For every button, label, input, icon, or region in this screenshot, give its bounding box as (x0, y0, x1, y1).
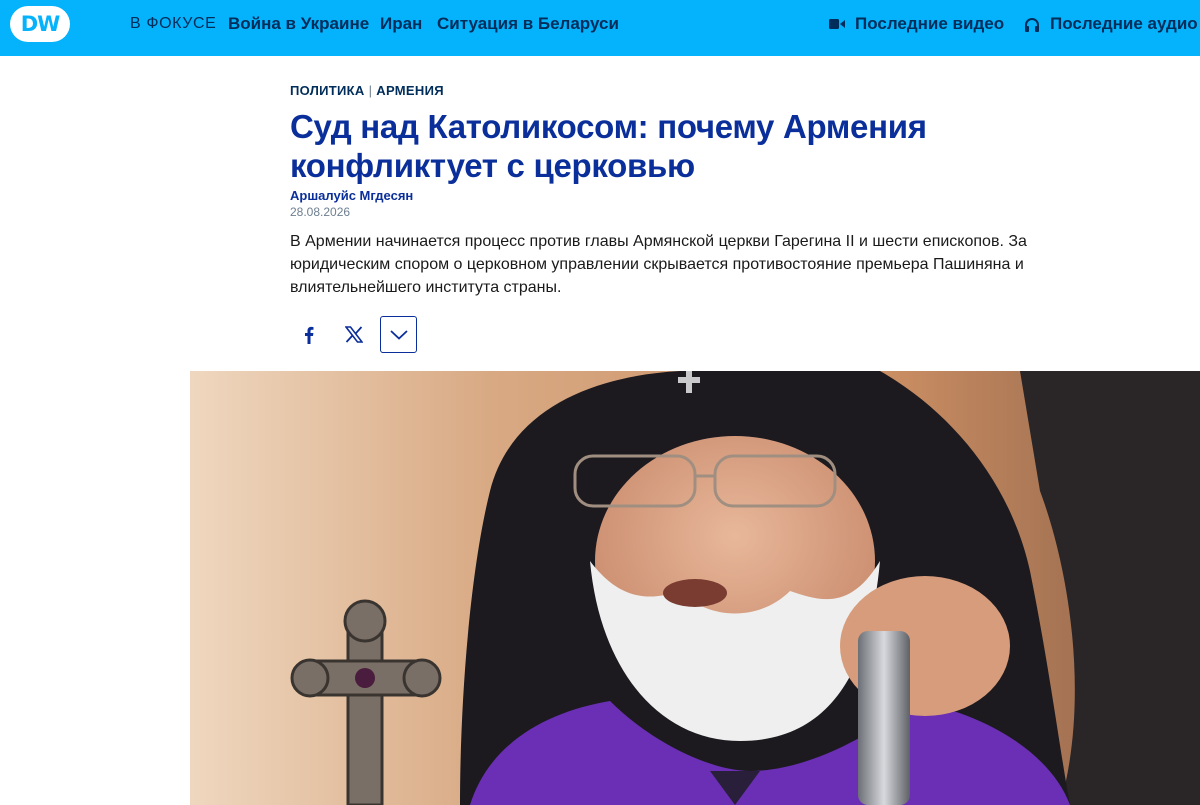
share-facebook-button[interactable] (290, 316, 327, 353)
article-kicker: ПОЛИТИКА | АРМЕНИЯ (290, 83, 444, 98)
facebook-icon (304, 326, 313, 344)
hero-image (190, 371, 1200, 805)
publish-date: 28.08.2026 (290, 205, 351, 219)
nav-latest-video-label: Последние видео (855, 14, 1005, 33)
video-camera-icon (829, 19, 845, 29)
chevron-down-icon (389, 329, 408, 340)
headphones-icon (1025, 17, 1039, 32)
nav-link-iran[interactable]: Иран (380, 14, 422, 34)
nav-link-belarus[interactable]: Ситуация в Беларуси (437, 14, 619, 34)
dw-logo[interactable]: DW (10, 6, 70, 42)
kicker-separator: | (368, 83, 373, 98)
nav-latest-audio[interactable]: Последние аудио (1024, 14, 1198, 34)
logo-text: DW (20, 12, 61, 36)
nav-focus-label: В ФОКУСЕ (130, 15, 217, 32)
x-icon (344, 326, 363, 343)
nav-latest-audio-label: Последние аудио (1050, 14, 1198, 33)
nav-latest-video[interactable]: Последние видео (829, 14, 1004, 34)
share-more-button[interactable] (380, 316, 417, 353)
share-bar (290, 316, 425, 353)
author-link[interactable]: Аршалуйс Мгдесян (290, 188, 413, 203)
category-link[interactable]: ПОЛИТИКА (290, 83, 365, 98)
share-x-button[interactable] (335, 316, 372, 353)
tag-link[interactable]: АРМЕНИЯ (376, 83, 444, 98)
article-lead: В Армении начинается процесс против глав… (290, 233, 1027, 296)
top-navigation: DW В ФОКУСЕ Война в Украине Иран Ситуаци… (0, 0, 1200, 56)
article-title: Суд над Католикосом: почему Армения конф… (290, 108, 927, 184)
nav-link-ukraine-war[interactable]: Война в Украине (228, 14, 369, 34)
